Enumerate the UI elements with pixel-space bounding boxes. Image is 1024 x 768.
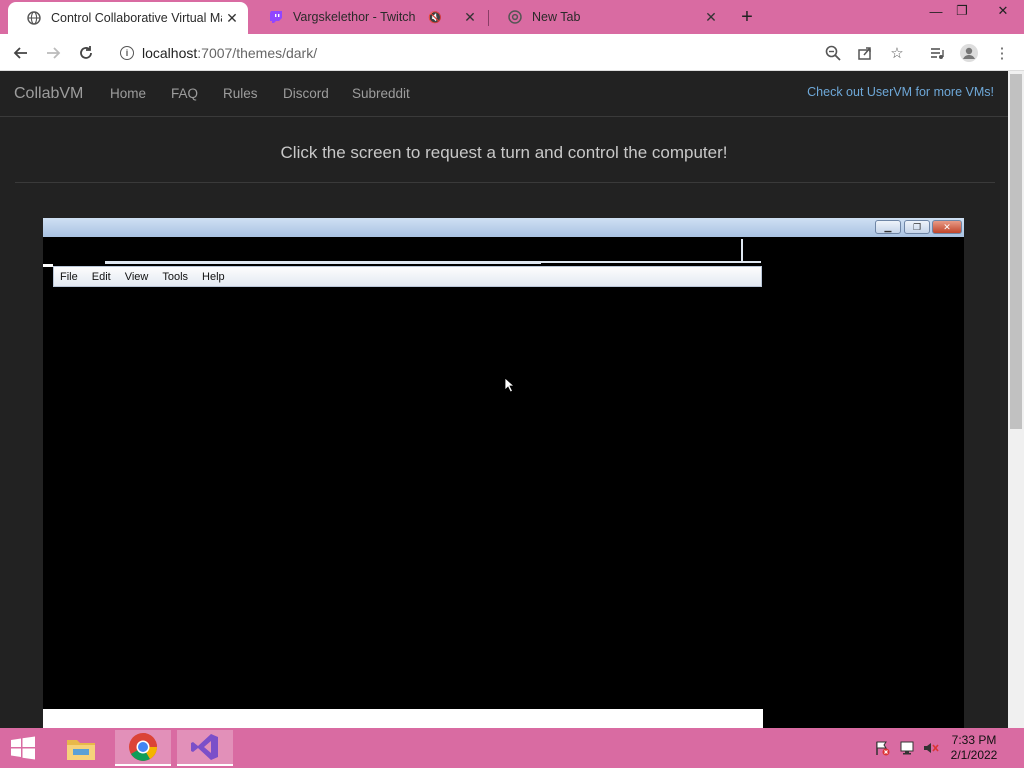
twitch-icon: [268, 9, 284, 25]
mouse-cursor-icon: [504, 377, 516, 398]
vm-menu-tools[interactable]: Tools: [162, 271, 188, 283]
back-button[interactable]: [8, 40, 34, 66]
vm-menu-view[interactable]: View: [125, 271, 149, 283]
vm-minimize-button[interactable]: ▁: [875, 220, 901, 234]
share-icon[interactable]: [854, 42, 876, 64]
vm-screen[interactable]: ▁ ❐ ✕ File Edit View Tools Help: [43, 218, 964, 728]
vm-menu-file[interactable]: File: [60, 271, 78, 283]
vm-menu-help[interactable]: Help: [202, 271, 225, 283]
media-control-icon[interactable]: [926, 42, 948, 64]
url-path: :7007/themes/dark/: [197, 45, 318, 61]
chrome-icon: [507, 9, 523, 25]
close-tab-icon[interactable]: ✕: [222, 8, 242, 28]
volume-muted-icon[interactable]: [922, 740, 940, 756]
tab-title: Control Collaborative Virtual Ma: [51, 11, 222, 25]
reload-button[interactable]: [73, 40, 99, 66]
browser-toolbar: i localhost:7007/themes/dark/ ☆ ⋮: [0, 34, 1024, 71]
menu-kebab-icon[interactable]: ⋮: [991, 42, 1013, 64]
close-tab-icon[interactable]: ✕: [460, 7, 480, 27]
taskbar: 7:33 PM 2/1/2022: [0, 728, 1024, 768]
tab-strip: Control Collaborative Virtual Ma ✕ Vargs…: [0, 0, 1024, 34]
restore-button[interactable]: ❐: [945, 0, 979, 22]
tab-title: Vargskelethor - Twitch: [293, 10, 416, 24]
forward-button[interactable]: [40, 40, 66, 66]
nav-rules[interactable]: Rules: [223, 86, 258, 101]
uservm-link[interactable]: Check out UserVM for more VMs!: [807, 85, 994, 99]
tab-collabvm[interactable]: Control Collaborative Virtual Ma ✕: [8, 2, 248, 34]
turn-prompt: Click the screen to request a turn and c…: [280, 143, 728, 162]
vm-menu-edit[interactable]: Edit: [92, 271, 111, 283]
vm-window-edge: [541, 261, 761, 263]
vm-window-titlebar[interactable]: ▁ ❐ ✕: [43, 218, 964, 237]
site-navbar: CollabVM Home FAQ Rules Discord Subreddi…: [0, 71, 1008, 117]
nav-home[interactable]: Home: [110, 86, 146, 101]
site-brand[interactable]: CollabVM: [14, 85, 83, 103]
vm-status-area: [43, 709, 763, 728]
close-window-button[interactable]: ✕: [986, 0, 1020, 22]
file-explorer-icon[interactable]: [53, 730, 109, 766]
zoom-icon[interactable]: [822, 42, 844, 64]
vm-close-button[interactable]: ✕: [932, 220, 962, 234]
close-tab-icon[interactable]: ✕: [701, 7, 721, 27]
system-clock[interactable]: 7:33 PM 2/1/2022: [944, 733, 1004, 763]
profile-avatar-icon[interactable]: [958, 42, 980, 64]
tab-new-tab[interactable]: New Tab ✕: [489, 0, 727, 34]
visual-studio-icon[interactable]: [177, 730, 233, 766]
scrollbar-thumb[interactable]: [1010, 74, 1022, 429]
speaker-mute-icon[interactable]: 🔇: [428, 11, 446, 24]
network-icon[interactable]: [898, 740, 916, 756]
page-content: CollabVM Home FAQ Rules Discord Subreddi…: [0, 71, 1008, 728]
nav-faq[interactable]: FAQ: [171, 86, 198, 101]
vm-window-edge: [741, 239, 743, 263]
new-tab-button[interactable]: +: [735, 5, 759, 29]
chrome-taskbar-icon[interactable]: [115, 730, 171, 766]
address-bar[interactable]: i localhost:7007/themes/dark/: [112, 38, 852, 68]
divider: [15, 182, 995, 183]
flag-alert-icon[interactable]: [873, 740, 891, 756]
vm-window-edge: [43, 264, 53, 267]
clock-date: 2/1/2022: [950, 748, 998, 762]
site-info-icon[interactable]: i: [120, 46, 134, 60]
url-host: localhost: [142, 45, 198, 61]
globe-icon: [26, 10, 42, 26]
vm-restore-button[interactable]: ❐: [904, 220, 930, 234]
nav-subreddit[interactable]: Subreddit: [352, 86, 410, 101]
tab-twitch[interactable]: Vargskelethor - Twitch 🔇 ✕: [250, 0, 486, 34]
windows-start-icon[interactable]: [8, 735, 38, 761]
tab-title: New Tab: [532, 10, 581, 24]
clock-time: 7:33 PM: [951, 733, 997, 747]
vm-menubar: File Edit View Tools Help: [53, 266, 762, 287]
vm-window-edge: [105, 261, 541, 264]
bookmark-star-icon[interactable]: ☆: [886, 42, 908, 64]
nav-discord[interactable]: Discord: [283, 86, 329, 101]
